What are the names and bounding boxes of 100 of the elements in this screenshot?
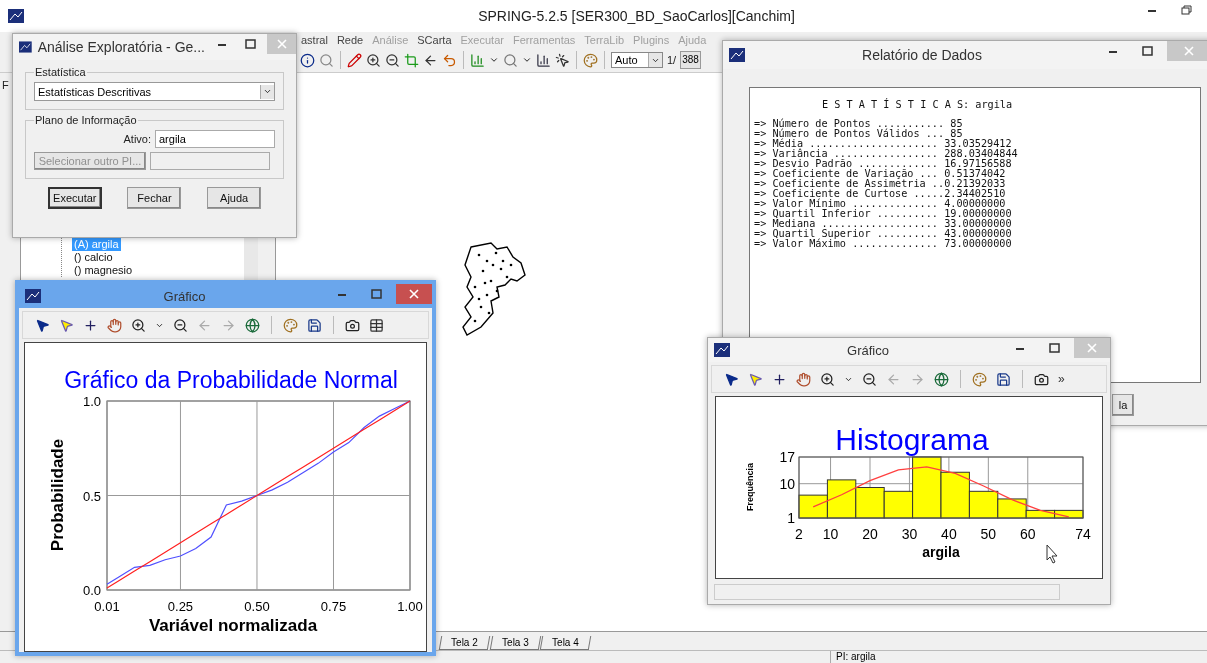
more-tools[interactable]: » [1058,372,1065,386]
report-line: => Quartil Inferior .......... 19.00000000 [754,209,1013,219]
tick-label: 0.5 [82,488,101,504]
menu-item[interactable]: astral [301,34,328,46]
undo-icon[interactable] [442,52,457,68]
zoom-in-icon[interactable] [820,371,835,387]
tick-label: 10 [779,475,795,492]
zoom-in-icon[interactable] [366,52,381,68]
pencil-icon[interactable] [347,52,362,68]
report-line: => Variância ................. 288.03404844 [754,149,1019,159]
crosshair-icon[interactable] [83,317,98,333]
dropdown-caret-icon[interactable] [522,55,532,65]
page-field[interactable]: 388 [680,51,701,69]
axis-label: Variável normalizada [148,616,318,635]
chart-title: Histograma [835,423,989,456]
status-text: PI: argila [830,651,876,663]
tab[interactable]: Tela 3 [489,636,541,650]
group-label: Plano de Informação [34,114,138,126]
tab[interactable]: Tela 4 [540,636,592,650]
back-icon[interactable] [423,52,438,68]
tick-label: 2 [795,526,803,542]
chart-icon[interactable] [536,52,551,68]
tree-item[interactable]: () calcio [72,251,115,264]
crosshair-icon[interactable] [772,371,787,387]
app-icon [25,289,41,303]
globe-icon[interactable] [934,371,949,387]
tick-label: 60 [1020,526,1036,542]
zoom-out-icon[interactable] [862,371,877,387]
tick-label: 1 [787,510,795,526]
menu-item[interactable]: Rede [336,34,364,46]
dialog-button[interactable]: Ajuda [207,187,262,209]
zoom-out-icon[interactable] [385,52,400,68]
caret-icon [263,87,272,96]
palette-icon[interactable] [283,317,298,333]
window-title: Análise Exploratória - Ge... [37,39,205,55]
active-layer-field[interactable]: argila [155,130,275,148]
select-pointer-icon[interactable] [59,317,74,333]
tick-label: 1.00 [397,599,423,614]
close-icon[interactable] [409,289,419,299]
dialog-button[interactable]: Fechar [127,187,182,209]
camera-icon[interactable] [1034,371,1049,387]
info-icon[interactable] [300,52,315,68]
camera-icon[interactable] [345,317,360,333]
table-icon[interactable] [369,317,384,333]
hand-icon[interactable] [107,317,122,333]
palette-icon[interactable] [583,52,598,68]
window-title: SPRING-5.2.5 [SER300_BD_SaoCarlos][Canchim] [477,8,796,24]
tick-label: 40 [941,526,957,542]
chart-title: Gráfico da Probabilidade Normal [64,367,398,393]
report-line: => Coeficiente de Curtose .....2.34402510 [754,189,1007,199]
report-line: => Coeficiente de Assimetria ..0.21392033 [754,179,1007,189]
tick-label: 0.75 [320,599,347,614]
report-button[interactable]: la [1112,394,1134,416]
hand-icon[interactable] [796,371,811,387]
tick-label: 0.25 [167,599,194,614]
app-icon [19,40,32,54]
axis-label: Frequência [745,463,755,511]
globe-icon[interactable] [245,317,260,333]
tab[interactable]: Tela 2 [438,636,490,650]
pointer-icon[interactable] [724,371,739,387]
axis-label: Probabilidade [48,438,67,552]
tick-label: 0.50 [244,599,270,614]
field-label: Ativo: [123,133,151,145]
tick-label: 74 [1075,526,1091,542]
report-line: => Desvio Padrão ............. 16.97156588 [754,159,1013,169]
restore-icon[interactable] [1180,5,1192,15]
maximize-icon[interactable] [244,39,256,49]
report-line: => Mediana ................... 33.00000000 [754,219,1013,229]
maximize-icon[interactable] [1141,46,1153,56]
tick-label: 20 [862,526,878,542]
maximize-icon[interactable] [370,289,382,299]
statistic-select[interactable]: Estatísticas Descritivas [34,82,275,101]
tick-label: 1.0 [82,394,101,409]
page-label: 1/ [667,54,677,66]
save-icon[interactable] [996,371,1011,387]
window-title: Gráfico [846,342,890,358]
report-line: => Valor Máximo .............. 73.00000000 [754,239,1013,249]
palette-icon[interactable] [972,371,987,387]
report-heading: E S T A T Í S T I C A S: argila [822,100,1014,110]
zoom-out-icon[interactable] [173,317,188,333]
group-label: Estatística [34,66,87,78]
zoom-in-icon[interactable] [131,317,146,333]
dialog-button[interactable]: Executar [47,187,102,209]
report-line: => Média ..................... 33.03529412 [754,139,1013,149]
menu-item[interactable]: SCarta [417,34,452,46]
select-pointer-icon[interactable] [748,371,763,387]
pointer-icon[interactable] [35,317,50,333]
save-icon[interactable] [307,317,322,333]
tick-label: 50 [980,526,997,542]
pointer-add-icon[interactable] [555,52,570,68]
side-tab[interactable]: F [2,79,9,91]
tick-label: 30 [901,526,918,542]
tick-label: 0.01 [94,599,120,614]
dropdown-caret-icon[interactable] [489,55,499,65]
scale-select[interactable]: Auto [611,52,663,68]
tick-label: 10 [822,526,839,542]
tree-item[interactable]: () magnesio [72,264,135,277]
maximize-icon[interactable] [1048,343,1060,353]
app-icon [729,48,745,62]
layer-field[interactable] [150,152,270,170]
